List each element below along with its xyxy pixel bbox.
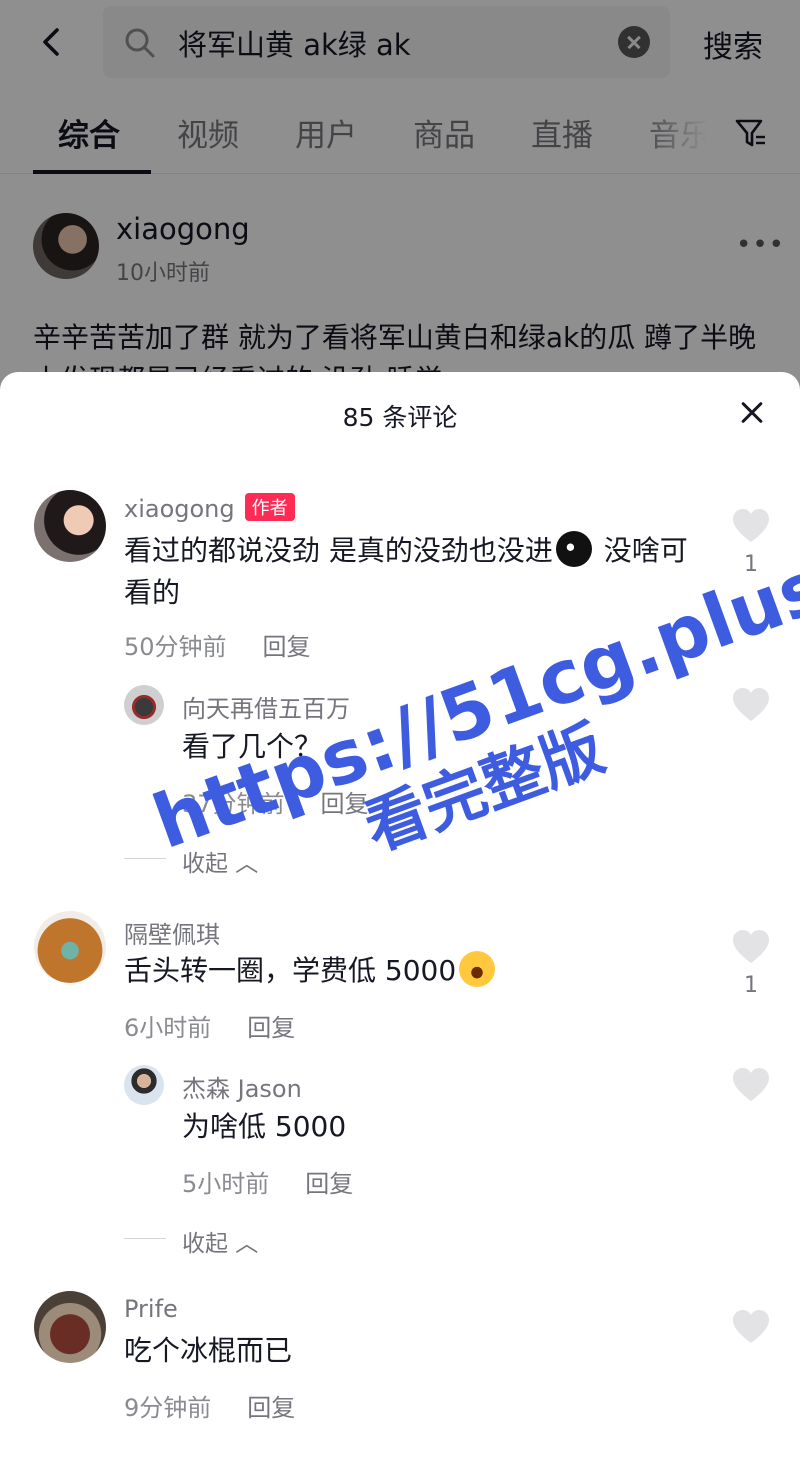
reply-button[interactable]: 回复: [305, 1170, 353, 1198]
comment-meta: 6小时前 回复: [124, 1008, 295, 1043]
comment-meta: 50分钟前 回复: [124, 627, 311, 662]
post-time: 10小时前: [116, 261, 210, 286]
search-icon: [125, 28, 155, 58]
reply-button[interactable]: 回复: [247, 1394, 295, 1422]
like-count: 1: [744, 973, 758, 998]
more-icon[interactable]: •••: [736, 230, 785, 260]
comment-time: 6小时前: [124, 1014, 212, 1042]
comment-username-text[interactable]: xiaogong: [124, 495, 235, 523]
search-query[interactable]: 将军山黄 ak绿 ak: [178, 22, 411, 64]
comment-text[interactable]: 吃个冰棍而已: [124, 1330, 292, 1372]
comment-text[interactable]: 看过的都说没劲 是真的没劲也没进 没啥可看的: [124, 530, 694, 614]
comment-text-part: 舌头转一圈，学费低 5000: [124, 954, 457, 987]
collapse-divider: [124, 858, 166, 859]
active-tab-indicator: [33, 170, 151, 174]
tab-products[interactable]: 商品: [413, 110, 475, 155]
like-count: 1: [744, 552, 758, 577]
chevron-up-icon: ︿: [228, 1231, 259, 1257]
comment-count-title: 85 条评论: [342, 403, 458, 432]
collapse-replies-button[interactable]: 收起 ︿: [182, 844, 258, 878]
like-icon[interactable]: [731, 1067, 771, 1103]
tab-all[interactable]: 综合: [58, 110, 120, 155]
clear-icon[interactable]: [618, 26, 650, 58]
avatar[interactable]: [33, 213, 99, 279]
search-button[interactable]: 搜索: [703, 22, 763, 66]
collapse-label: 收起: [182, 851, 228, 877]
comment-username[interactable]: 隔壁佩琪: [124, 915, 220, 950]
reply-meta: 5小时前 回复: [182, 1164, 353, 1199]
post-username[interactable]: xiaogong: [116, 212, 250, 246]
search-results-page: 将军山黄 ak绿 ak 搜索 综合 视频 用户 商品 直播 音乐 xiaogon…: [0, 0, 800, 420]
author-badge: 作者: [244, 493, 295, 521]
comment-sheet: 85 条评论 xiaogong 作者 看过的都说没劲 是真的没劲也没进 没啥可看的…: [0, 372, 800, 1482]
back-icon[interactable]: [30, 20, 74, 64]
like-icon[interactable]: [731, 508, 771, 544]
avatar[interactable]: [34, 490, 106, 562]
like-icon[interactable]: [731, 1309, 771, 1345]
collapse-divider: [124, 1238, 166, 1239]
avatar[interactable]: [34, 1291, 106, 1363]
comment-time: 50分钟前: [124, 633, 227, 661]
reply-time: 37分钟前: [182, 790, 285, 818]
sweat-emoji-icon: [555, 531, 592, 567]
chevron-up-icon: ︿: [228, 851, 259, 877]
reply-text[interactable]: 为啥低 5000: [182, 1106, 346, 1148]
search-bar-area: 将军山黄 ak绿 ak 搜索: [0, 0, 800, 90]
comment-username[interactable]: Prife: [124, 1295, 178, 1323]
reply-username[interactable]: 杰森 Jason: [182, 1069, 302, 1104]
reply-button[interactable]: 回复: [321, 790, 369, 818]
collapse-replies-button[interactable]: 收起 ︿: [182, 1224, 258, 1258]
collapse-label: 收起: [182, 1231, 228, 1257]
tab-live[interactable]: 直播: [531, 110, 593, 155]
like-icon[interactable]: [731, 929, 771, 965]
search-input[interactable]: 将军山黄 ak绿 ak: [103, 6, 670, 78]
comment-text[interactable]: 舌头转一圈，学费低 5000: [124, 950, 704, 992]
comment-text-part: 看过的都说没劲 是真的没劲也没进: [124, 534, 553, 567]
reply-meta: 37分钟前 回复: [182, 784, 369, 819]
avatar[interactable]: [124, 1065, 164, 1105]
laughing-emoji-icon: [459, 951, 496, 987]
comment-username[interactable]: xiaogong 作者: [124, 493, 295, 523]
like-icon[interactable]: [731, 687, 771, 723]
reply-time: 5小时前: [182, 1170, 270, 1198]
comment-meta: 9分钟前 回复: [124, 1388, 295, 1423]
reply-username[interactable]: 向天再借五百万: [182, 689, 350, 724]
avatar[interactable]: [34, 911, 106, 983]
result-tabs: 综合 视频 用户 商品 直播 音乐: [0, 100, 800, 174]
reply-button[interactable]: 回复: [263, 633, 311, 661]
avatar[interactable]: [124, 685, 164, 725]
tab-videos[interactable]: 视频: [177, 110, 239, 155]
reply-text[interactable]: 看了几个？: [182, 726, 322, 768]
filter-icon[interactable]: [734, 116, 768, 150]
close-icon[interactable]: [735, 396, 769, 430]
reply-button[interactable]: 回复: [247, 1014, 295, 1042]
tab-users[interactable]: 用户: [295, 110, 357, 155]
tab-fade: [640, 100, 730, 170]
comment-time: 9分钟前: [124, 1394, 212, 1422]
